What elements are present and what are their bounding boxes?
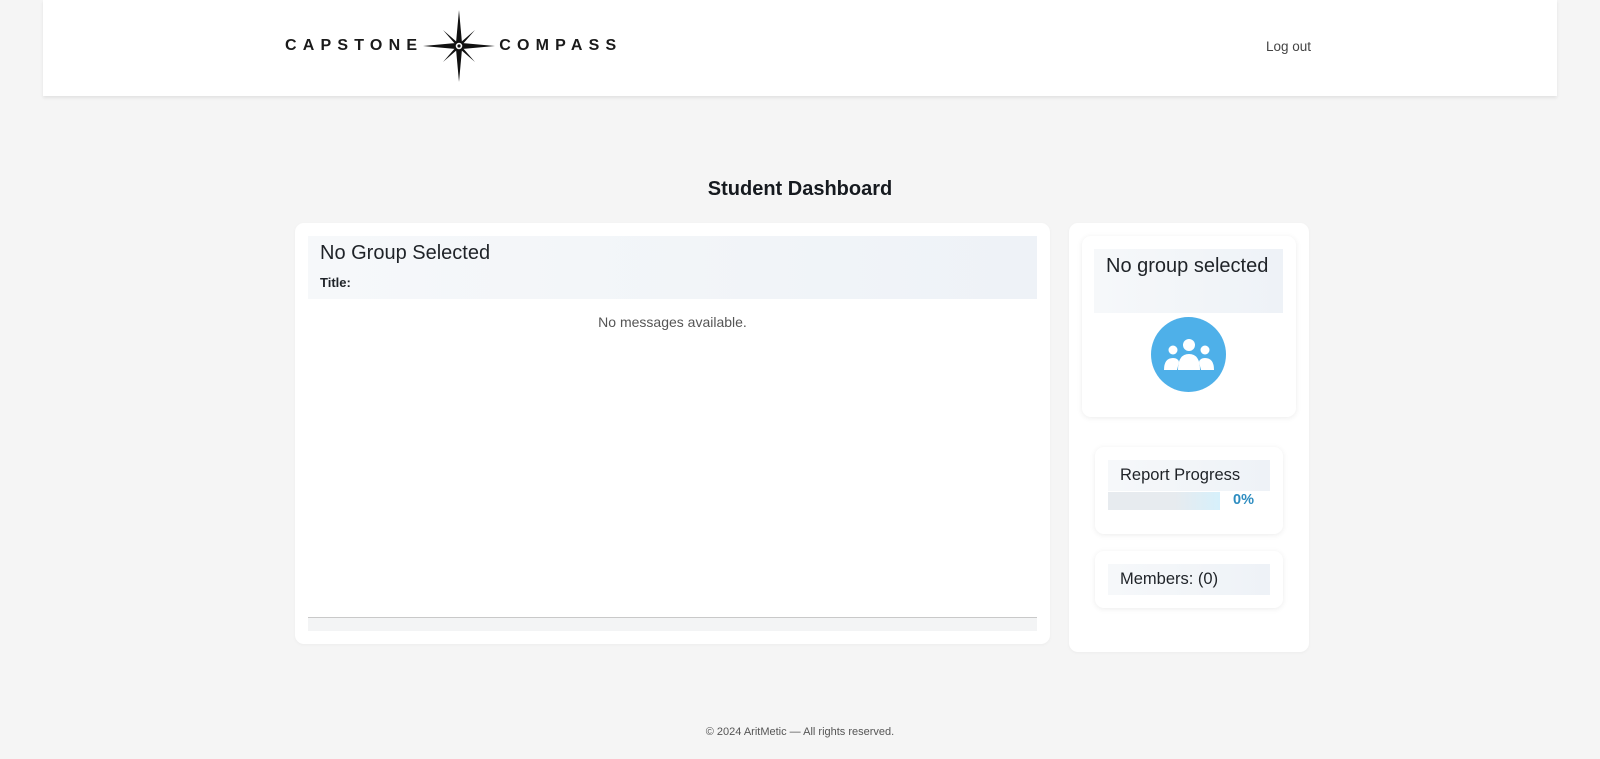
- messages-header: No Group Selected Title:: [308, 236, 1037, 299]
- site-header: CAPSTONE COMPASS Log out: [43, 0, 1557, 96]
- report-progress-bar: [1108, 492, 1220, 510]
- members-panel[interactable]: Members: (0): [1095, 551, 1283, 608]
- selected-group-title: No Group Selected: [320, 242, 491, 264]
- report-progress-heading: Report Progress: [1108, 460, 1270, 491]
- group-heading: No group selected: [1094, 249, 1283, 313]
- members-count-label: Members: (0): [1108, 564, 1270, 595]
- empty-messages-text: No messages available.: [598, 314, 747, 330]
- page-title: Student Dashboard: [707, 178, 893, 200]
- report-progress-panel: Report Progress 0%: [1095, 447, 1283, 534]
- group-icon: [1163, 338, 1214, 370]
- group-avatar: [1151, 317, 1226, 392]
- logo-word-right: COMPASS: [499, 37, 623, 54]
- footer-copyright: © 2024 AritMetic — All rights reserved.: [705, 726, 895, 738]
- group-title-label: Title:: [320, 275, 351, 290]
- logo-word-left: CAPSTONE: [285, 37, 424, 54]
- capstone-compass-logo[interactable]: CAPSTONE COMPASS: [285, 10, 622, 82]
- message-compose-bar[interactable]: [308, 617, 1037, 631]
- group-sidebar: No group selected Report Progress 0% Mem…: [1069, 223, 1309, 652]
- messages-card: No Group Selected Title: No messages ava…: [295, 223, 1050, 644]
- report-progress-percent: 0%: [1233, 492, 1254, 508]
- compass-star-icon: [423, 10, 496, 82]
- logout-link[interactable]: Log out: [1266, 39, 1311, 54]
- group-info-panel: No group selected: [1082, 236, 1296, 417]
